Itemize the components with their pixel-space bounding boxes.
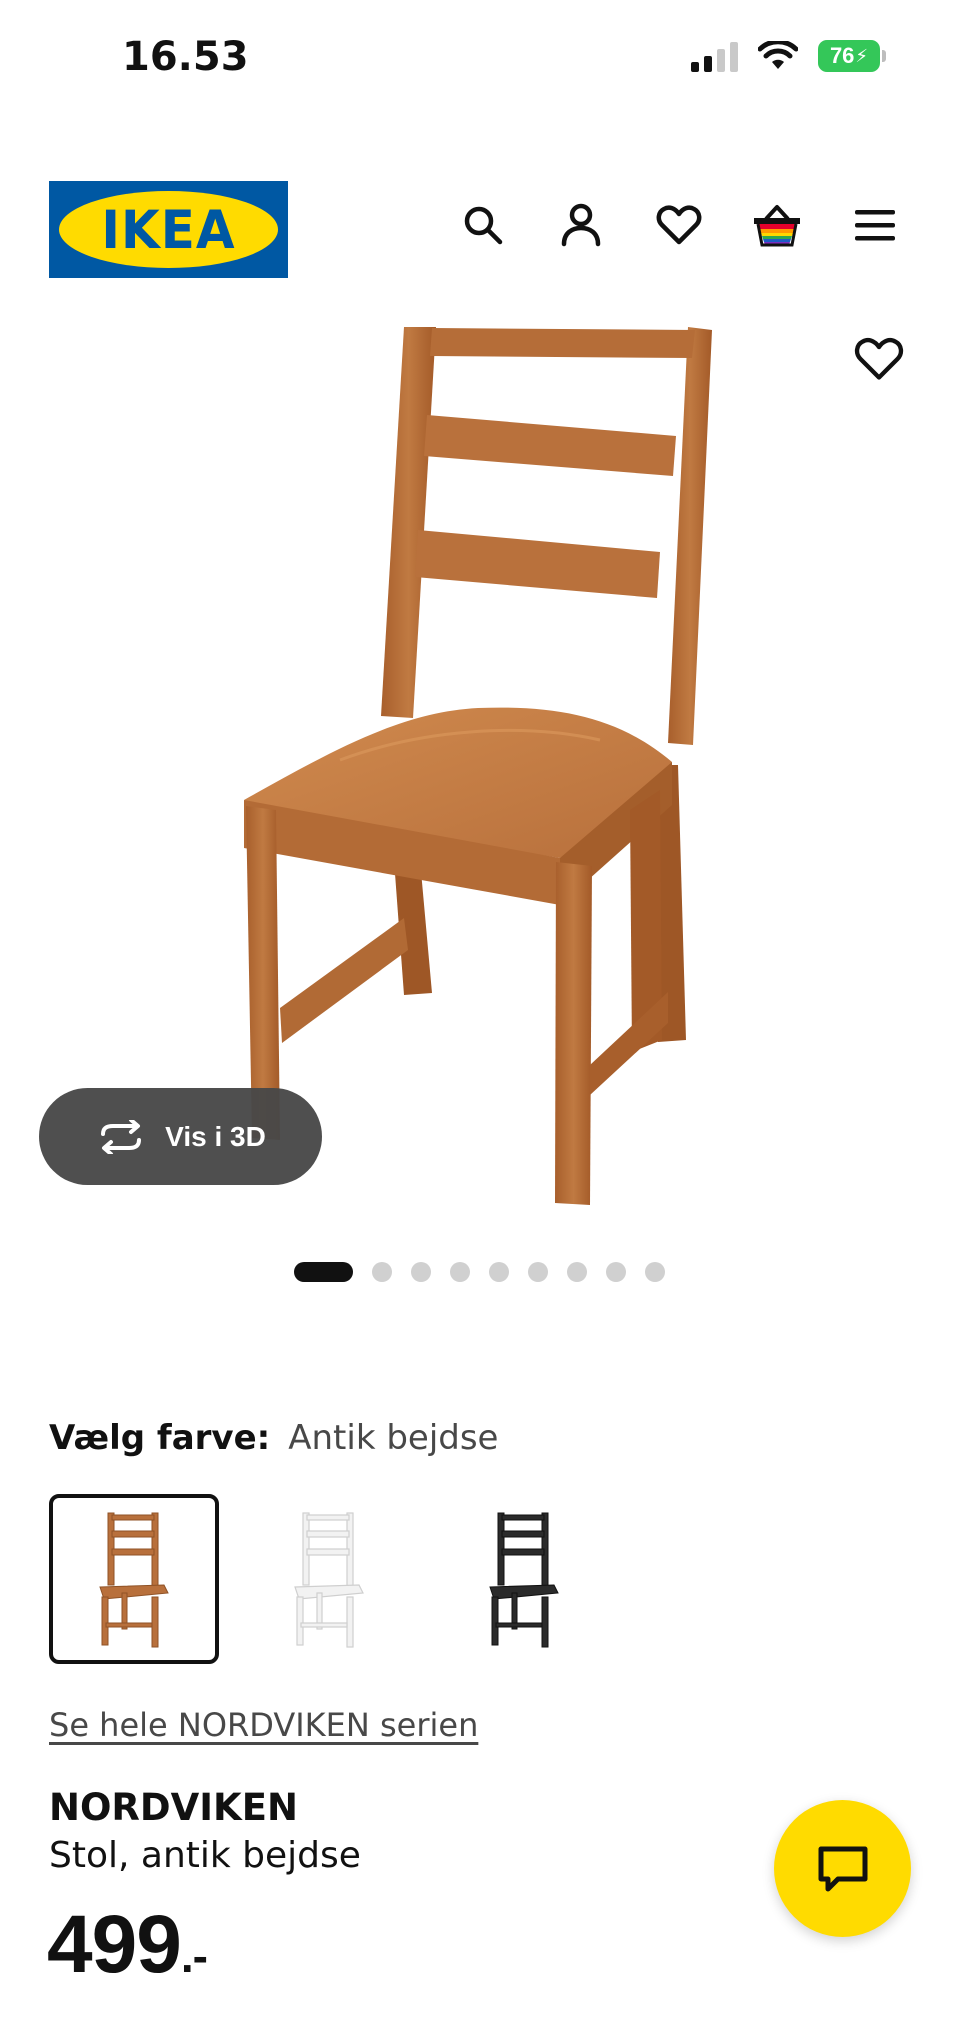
account-button[interactable] (556, 200, 606, 250)
add-to-favorites-button[interactable] (854, 336, 906, 388)
search-button[interactable] (458, 200, 508, 250)
product-description: Stol, antik bejdse (49, 1835, 361, 1876)
color-selector-heading: Vælg farve: Antik bejdse (49, 1418, 498, 1458)
product-price: 499.- (47, 1898, 208, 1992)
pagination-dot[interactable] (645, 1262, 665, 1282)
account-icon (561, 203, 601, 247)
price-suffix: .- (180, 1930, 208, 1982)
chair-thumbnail-black (489, 1512, 559, 1648)
menu-icon (855, 210, 895, 241)
battery-level: 76 (829, 43, 855, 68)
chair-thumbnail-antique (99, 1512, 169, 1648)
chat-icon (818, 1846, 867, 1891)
series-link[interactable]: Se hele NORDVIKEN serien (49, 1706, 478, 1744)
cellular-signal-icon (691, 40, 738, 72)
chat-button[interactable] (774, 1800, 911, 1937)
basket-button[interactable] (752, 200, 802, 250)
pagination-dot[interactable] (567, 1262, 587, 1282)
pagination-dot[interactable] (606, 1262, 626, 1282)
logo-text: IKEA (101, 199, 236, 260)
color-label: Vælg farve: (49, 1418, 271, 1458)
heart-icon (854, 337, 904, 380)
basket-icon (754, 205, 800, 247)
header-nav (458, 200, 900, 250)
product-image-gallery[interactable] (0, 320, 960, 1220)
status-time: 16.53 (122, 34, 249, 80)
pagination-dot[interactable] (528, 1262, 548, 1282)
view-in-3d-label: Vis i 3D (165, 1120, 266, 1152)
swatch-black[interactable] (439, 1494, 609, 1664)
color-swatches (49, 1494, 609, 1664)
price-value: 499 (47, 1899, 182, 1990)
pagination-dot[interactable] (411, 1262, 431, 1282)
menu-button[interactable] (850, 200, 900, 250)
charging-bolt-icon: ⚡ (855, 45, 869, 67)
status-indicators: 76 ⚡ (691, 40, 886, 72)
view-in-3d-button[interactable]: Vis i 3D (39, 1088, 322, 1185)
pagination-dot[interactable] (372, 1262, 392, 1282)
gallery-pagination (294, 1262, 665, 1282)
ikea-logo[interactable]: IKEA (49, 181, 288, 278)
swatch-white[interactable] (244, 1494, 414, 1664)
pagination-dot-active[interactable] (294, 1262, 353, 1282)
chair-thumbnail-white (294, 1512, 364, 1648)
heart-icon (656, 205, 702, 245)
battery-icon: 76 ⚡ (818, 40, 886, 72)
product-name: NORDVIKEN (49, 1786, 298, 1829)
search-icon (464, 206, 503, 245)
logo-oval: IKEA (59, 191, 278, 268)
swatch-antik-bejdse[interactable] (49, 1494, 219, 1664)
favorites-button[interactable] (654, 200, 704, 250)
wifi-icon (758, 41, 798, 69)
rotate-3d-icon (101, 1119, 142, 1154)
pagination-dot[interactable] (489, 1262, 509, 1282)
chair-image (244, 327, 712, 1205)
selected-color-value: Antik bejdse (288, 1418, 499, 1458)
pagination-dot[interactable] (450, 1262, 470, 1282)
